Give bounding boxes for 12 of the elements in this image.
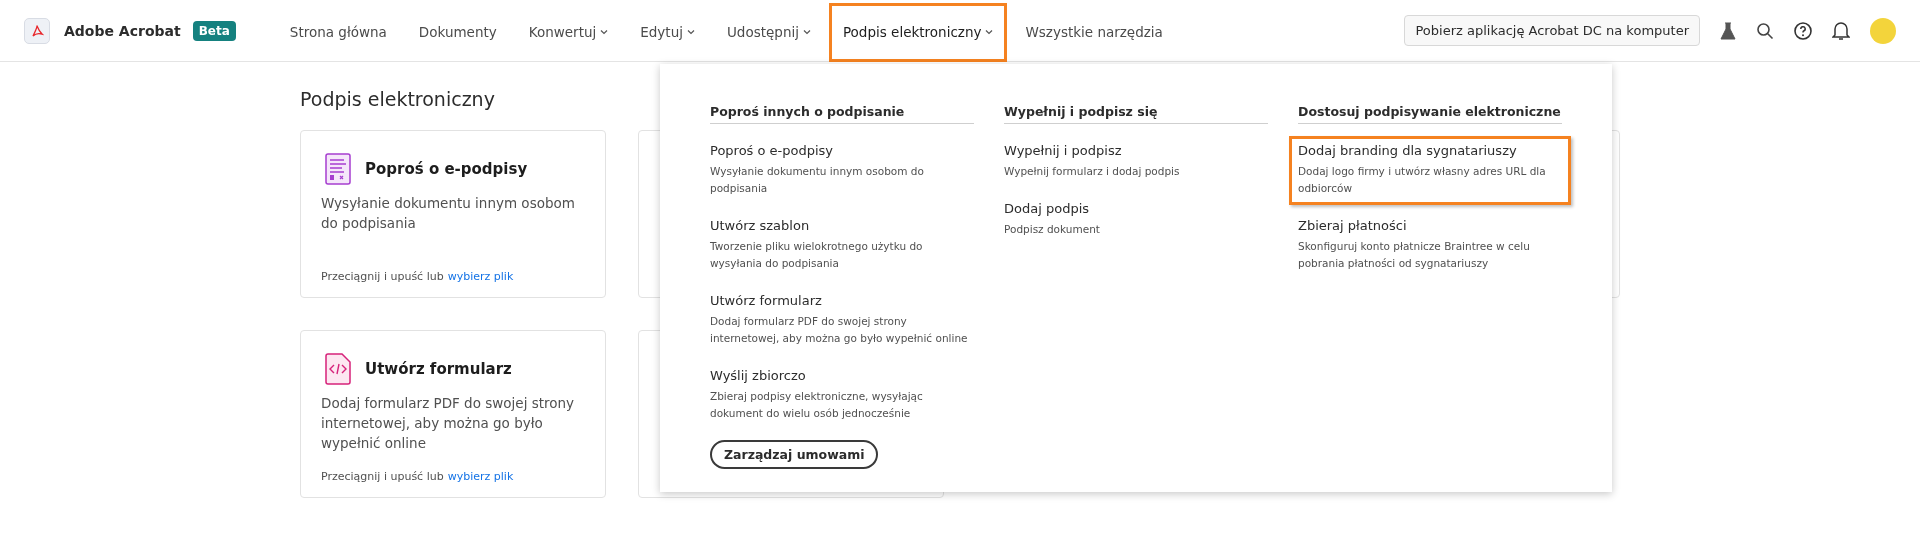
drop-hint: Przeciągnij i upuść lub [321,270,444,283]
page-title: Podpis elektroniczny [300,88,496,110]
menu-section-heading: Poproś innych o podpisanie [710,104,974,124]
beta-badge: Beta [192,20,236,41]
app-name: Adobe Acrobat [64,22,181,39]
drop-hint: Przeciągnij i upuść lub [321,470,444,483]
card-title: Poproś o e-podpisy [365,160,528,178]
card-title: Utwórz formularz [365,360,512,378]
menu-section-heading: Dostosuj podpisywanie elektroniczne [1298,104,1562,124]
card-description: Wysyłanie dokumentu innym osobom do podpisania [321,194,576,233]
card-description: Dodaj formularz PDF do swojej strony internetowej, aby można go było wypełnić online [321,394,576,453]
menu-section-heading: Wypełnij i podpisz się [1004,104,1268,124]
